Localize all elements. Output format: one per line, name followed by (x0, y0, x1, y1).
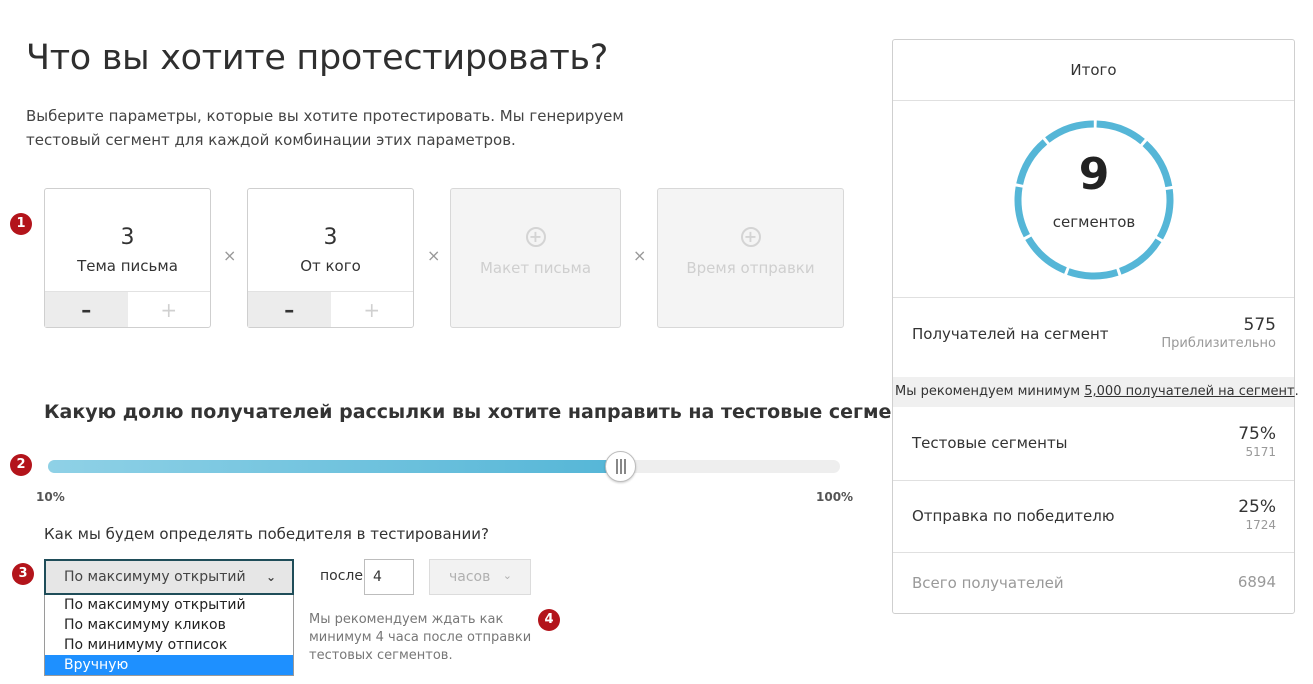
winner-send-label: Отправка по победителю (912, 507, 1115, 525)
winner-question: Как мы будем определять победителя в тес… (44, 525, 489, 543)
total-recipients-value: 6894 (1237, 573, 1276, 591)
winner-send-count: 1724 (1245, 518, 1276, 532)
step-badge-1: 1 (10, 213, 32, 235)
split-slider-fill (48, 460, 620, 473)
param-stepper: – + (248, 291, 413, 327)
split-question: Какую долю получателей рассылки вы хотит… (44, 401, 944, 423)
split-slider-handle[interactable] (605, 451, 636, 482)
test-segments-label: Тестовые сегменты (912, 434, 1068, 452)
segments-label: сегментов (1052, 213, 1136, 231)
intro-text: Выберите параметры, которые вы хотите пр… (26, 104, 646, 152)
param-label: Время отправки (686, 259, 815, 277)
increment-button[interactable]: + (331, 292, 414, 327)
param-label: От кого (300, 257, 361, 275)
hint-line-1: Мы рекомендуем ждать как (309, 612, 504, 627)
page-title: Что вы хотите протестировать? (26, 38, 609, 78)
summary-panel: Итого 9 сегментов Получателей на сегмент… (892, 39, 1299, 614)
winner-criteria-dropdown: По максимуму открытий По максимуму клико… (44, 595, 294, 676)
dropdown-option[interactable]: По максимуму открытий (45, 595, 293, 615)
test-segments-count: 5171 (1245, 445, 1276, 459)
param-card-layout[interactable]: + Макет письма (450, 188, 621, 328)
param-label: Макет письма (479, 259, 592, 277)
recommendation-note: Мы рекомендуем минимум 5,000 получателей… (893, 377, 1299, 407)
after-label: после (320, 568, 363, 584)
param-count: 3 (120, 225, 135, 250)
chevron-down-icon: ⌄ (265, 570, 276, 584)
increment-button[interactable]: + (128, 292, 211, 327)
recommend-prefix: Мы рекомендуем минимум (895, 384, 1085, 399)
param-count: 3 (323, 225, 338, 250)
recipients-per-segment-label: Получателей на сегмент (912, 325, 1109, 343)
hint-line-3: тестовых сегментов. (309, 648, 453, 663)
recommend-suffix: . (1294, 384, 1299, 399)
recipients-approx-note: Приблизительно (1161, 336, 1276, 351)
intro-line-1: Выберите параметры, которые вы хотите пр… (26, 107, 624, 125)
recipients-per-segment-value: 575 (1243, 315, 1276, 335)
select-value: По максимуму открытий (64, 569, 246, 585)
param-card-from: 3 От кого – + (247, 188, 414, 328)
dropdown-option-highlighted[interactable]: Вручную (45, 655, 293, 675)
dropdown-option[interactable]: По максимуму кликов (45, 615, 293, 635)
param-stepper: – + (45, 291, 210, 327)
times-icon: × (427, 246, 441, 265)
recommend-link[interactable]: 5,000 получателей на сегмент (1084, 384, 1294, 399)
summary-title: Итого (893, 40, 1294, 101)
winner-criteria-select[interactable]: По максимуму открытий ⌄ (44, 559, 294, 595)
wait-hint: Мы рекомендуем ждать как минимум 4 часа … (309, 611, 549, 665)
hint-line-2: минимум 4 часа после отправки (309, 630, 532, 645)
plus-circle-icon: + (525, 227, 546, 247)
intro-line-2: тестовый сегмент для каждой комбинации э… (26, 131, 516, 149)
times-icon: × (633, 246, 647, 265)
dropdown-option[interactable]: По минимуму отписок (45, 635, 293, 655)
decrement-button[interactable]: – (45, 292, 128, 327)
chevron-down-icon: ⌄ (502, 569, 512, 582)
segments-count: 9 (1078, 149, 1110, 200)
segments-ring: 9 сегментов (1013, 119, 1175, 281)
step-badge-3: 3 (12, 563, 34, 585)
step-badge-2: 2 (10, 454, 32, 476)
wait-hours-input[interactable] (364, 559, 414, 595)
decrement-button[interactable]: – (248, 292, 331, 327)
param-card-send-time[interactable]: + Время отправки (657, 188, 844, 328)
wait-unit-select[interactable]: часов ⌄ (429, 559, 531, 595)
unit-value: часов (449, 569, 491, 585)
segments-ring-graphic (1014, 120, 1174, 280)
test-segments-value: 75% (1238, 424, 1276, 444)
slider-min-label: 10% (36, 490, 65, 504)
times-icon: × (223, 246, 237, 265)
param-label: Тема письма (77, 257, 178, 275)
total-recipients-label: Всего получателей (912, 574, 1064, 592)
slider-max-label: 100% (816, 490, 854, 504)
param-card-subject: 3 Тема письма – + (44, 188, 211, 328)
plus-circle-icon: + (740, 227, 761, 247)
winner-send-value: 25% (1238, 497, 1276, 517)
